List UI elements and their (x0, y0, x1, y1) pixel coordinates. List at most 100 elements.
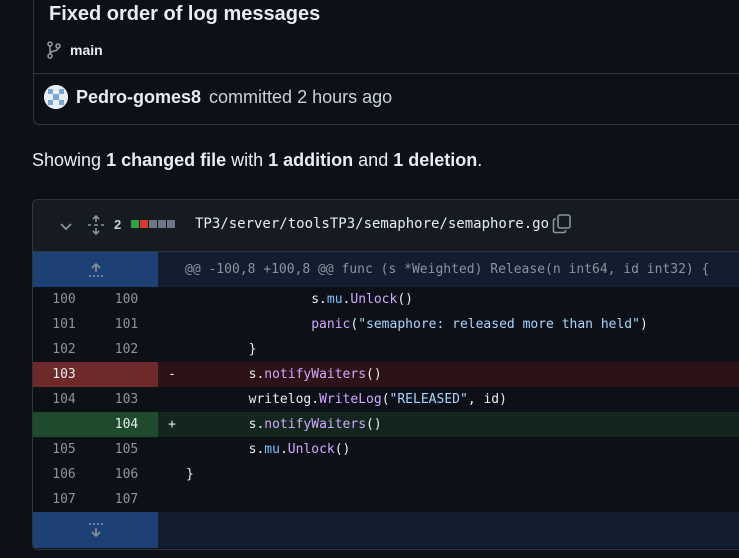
code-content: panic("semaphore: released more than hel… (186, 312, 648, 337)
code-token: . (279, 442, 288, 457)
avatar[interactable] (44, 85, 68, 109)
old-line-number[interactable]: 102 (33, 337, 95, 362)
expand-up-icon[interactable] (33, 252, 158, 287)
hunk-footer (33, 512, 739, 548)
file-path[interactable]: TP3/server/toolsTP3/semaphore/semaphore.… (195, 216, 549, 232)
code-token: } (186, 467, 194, 482)
diff-line: 102 102 } (33, 337, 739, 362)
changes-count: 2 (114, 217, 122, 232)
code-token: notifyWaiters (264, 417, 367, 432)
old-line-number[interactable]: 105 (33, 437, 95, 462)
diff-line: 106 106} (33, 462, 739, 487)
code-token: mu (264, 442, 280, 457)
code-token: Unlock (350, 292, 398, 307)
diff-sign (158, 312, 186, 337)
commit-time: committed 2 hours ago (209, 86, 393, 107)
code-token: ) (639, 317, 648, 332)
code-token: writelog. (248, 392, 320, 407)
code-token: ( (381, 392, 390, 407)
code-token: s. (248, 367, 265, 382)
diff-line: 107 107 (33, 487, 739, 512)
summary-prefix: Showing (32, 150, 102, 170)
new-line-number[interactable]: 105 (95, 437, 158, 462)
new-line-number[interactable]: 101 (95, 312, 158, 337)
commit-title: Fixed order of log messages (49, 3, 321, 25)
diff-summary: Showing 1 changed file with 1 addition a… (32, 150, 482, 171)
new-line-number[interactable]: 107 (95, 487, 158, 512)
code-token: () (366, 367, 382, 382)
diff-line: 105 105 s.mu.Unlock() (33, 437, 739, 462)
new-line-number[interactable]: 102 (95, 337, 158, 362)
diff-sign (158, 337, 186, 362)
summary-suffix: . (477, 150, 483, 170)
diffstat-block (149, 220, 157, 228)
code-token: () (397, 292, 413, 307)
diff-sign: - (168, 367, 176, 382)
summary-deletions: 1 deletion (393, 150, 478, 170)
new-line-number[interactable]: 106 (95, 462, 158, 487)
code-content: s.mu.Unlock() (186, 287, 413, 312)
chevron-down-icon[interactable] (58, 218, 74, 239)
diff-line: 104 103 writelog.WriteLog("RELEASED", id) (33, 387, 739, 412)
new-line-number[interactable] (95, 362, 158, 387)
new-line-number[interactable]: 100 (95, 287, 158, 312)
diff-line-added: 104 + s.notifyWaiters() (33, 412, 739, 437)
commit-header: Fixed order of log messages main Pedro-g… (33, 0, 739, 125)
code-content: s.notifyWaiters() (186, 412, 382, 437)
diff-line: 100 100 s.mu.Unlock() (33, 287, 739, 312)
hunk-header: @@ -100,8 +100,8 @@ func (s *Weighted) R… (33, 252, 739, 287)
code-content: } (186, 462, 194, 487)
diffstat-block (167, 220, 175, 228)
code-content: writelog.WriteLog("RELEASED", id) (186, 387, 507, 412)
diff-sign (158, 387, 186, 412)
diff-line-deleted: 103 - s.notifyWaiters() (33, 362, 739, 387)
summary-and: and (358, 150, 389, 170)
branch-name: main (70, 42, 103, 58)
diff-table: @@ -100,8 +100,8 @@ func (s *Weighted) R… (33, 252, 739, 548)
diff-line: 101 101 panic("semaphore: released more t… (33, 312, 739, 337)
code-content: s.notifyWaiters() (186, 362, 382, 387)
branch-link[interactable]: main (46, 41, 103, 59)
code-token: s. (248, 442, 265, 457)
author-row: Pedro-gomes8 committed 2 hours ago (44, 85, 392, 109)
code-token: panic (311, 317, 351, 332)
diffstat-block (158, 220, 166, 228)
code-content: s.mu.Unlock() (186, 437, 351, 462)
diff-sign (158, 462, 186, 487)
hunk-text: @@ -100,8 +100,8 @@ func (s *Weighted) R… (185, 262, 710, 277)
diff-sign (158, 287, 186, 312)
divider (34, 73, 739, 74)
diffstat-block (140, 220, 148, 228)
copy-icon[interactable] (552, 214, 572, 239)
new-line-number[interactable]: 103 (95, 387, 158, 412)
new-line-number[interactable]: 104 (95, 412, 158, 437)
code-token: mu (326, 292, 343, 307)
expand-down-icon[interactable] (33, 512, 158, 548)
summary-files: 1 changed file (106, 150, 227, 170)
code-token: Unlock (287, 442, 335, 457)
code-token: () (334, 442, 351, 457)
old-line-number[interactable]: 103 (33, 362, 95, 387)
git-branch-icon (46, 41, 62, 59)
old-line-number[interactable] (33, 412, 95, 437)
diff-sign: + (168, 417, 176, 432)
code-token: } (248, 342, 257, 357)
code-content: } (186, 337, 257, 362)
old-line-number[interactable]: 104 (33, 387, 95, 412)
old-line-number[interactable]: 101 (33, 312, 95, 337)
old-line-number[interactable]: 106 (33, 462, 95, 487)
code-token: "RELEASED" (389, 392, 468, 407)
diff-sign (158, 487, 186, 512)
old-line-number[interactable]: 107 (33, 487, 95, 512)
code-token: () (366, 417, 382, 432)
author-name[interactable]: Pedro-gomes8 (76, 87, 201, 108)
file-diff: 2 TP3/server/toolsTP3/semaphore/semaphor… (32, 199, 739, 550)
code-token: "semaphore: released more than held" (358, 317, 640, 332)
diffstat-block (131, 220, 139, 228)
diffstat (131, 220, 175, 228)
unfold-icon[interactable] (86, 214, 106, 240)
diff-sign (158, 437, 186, 462)
summary-additions: 1 addition (268, 150, 354, 170)
file-header: 2 TP3/server/toolsTP3/semaphore/semaphor… (33, 200, 739, 252)
old-line-number[interactable]: 100 (33, 287, 95, 312)
